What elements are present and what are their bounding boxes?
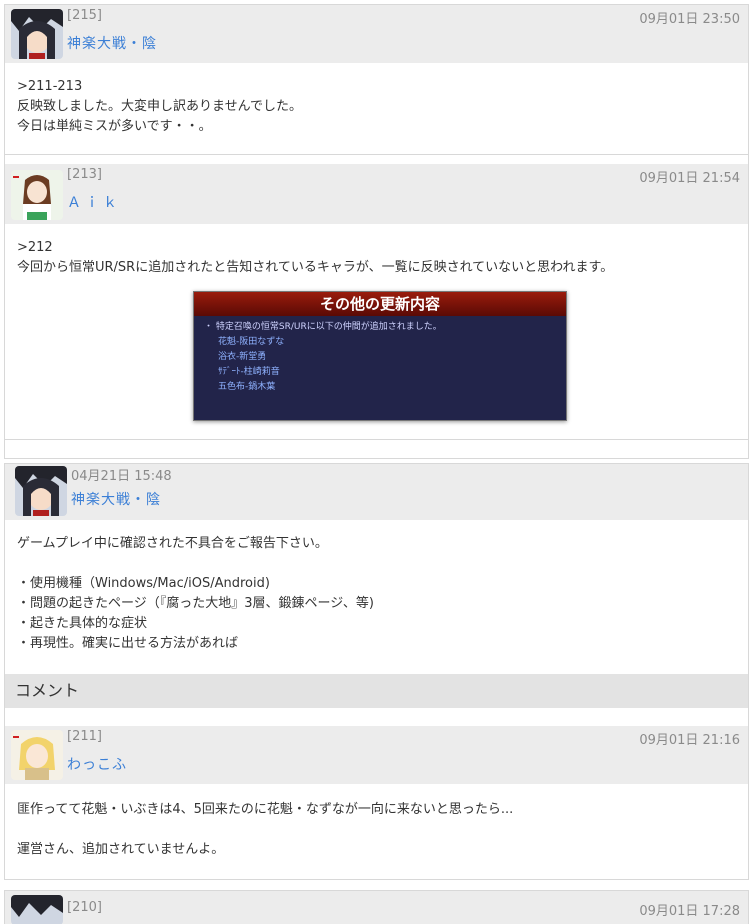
post-date: 04月21日 15:48	[71, 469, 172, 484]
comment-number: [213]	[67, 167, 102, 182]
comment-header: [211] わっこふ 09月01日 21:16	[5, 726, 748, 784]
post-bullet: ・起きた具体的な症状	[17, 616, 148, 631]
attached-notice-image[interactable]: その他の更新内容 ・ 特定召喚の恒常SR/URに以下の仲間が追加されました。 花…	[193, 291, 567, 421]
notice-item: 花魁-阪田なずな	[218, 337, 285, 347]
comment-213: [213] Ａｉｋ 09月01日 21:54 >212 今回から恒常UR/SRに…	[5, 164, 748, 458]
divider	[5, 439, 748, 440]
notice-body: ・ 特定召喚の恒常SR/URに以下の仲間が追加されました。 花魁-阪田なずな 浴…	[194, 316, 566, 399]
comment-number: [211]	[67, 729, 102, 744]
comment-body: >212 今回から恒常UR/SRに追加されたと告知されているキャラが、一覧に反映…	[5, 224, 748, 278]
notice-intro: ・ 特定召喚の恒常SR/URに以下の仲間が追加されました。	[204, 322, 442, 332]
comment-211: [211] わっこふ 09月01日 21:16 匪作ってて花魁・いぶきは4、5回…	[5, 726, 748, 879]
comment-215: [215] 神楽大戦・陰 09月01日 23:50 >211-213 反映致しま…	[5, 5, 748, 155]
comment-line: 今回から恒常UR/SRに追加されたと告知されているキャラが、一覧に反映されていな…	[17, 260, 614, 275]
notice-item: 浴衣-新堂勇	[218, 352, 267, 362]
timestamp: 09月01日 21:54	[639, 171, 740, 186]
comment-number: [215]	[67, 8, 102, 23]
comment-body: >211-213 反映致しました。大変申し訳ありませんでした。 今日は単純ミスが…	[5, 63, 748, 137]
timestamp: 09月01日 23:50	[639, 12, 740, 27]
comment-line: >212	[17, 240, 53, 255]
timestamp: 09月01日 21:16	[639, 733, 740, 748]
comment-line: 反映致しました。大変申し訳ありませんでした。	[17, 99, 302, 114]
post-body: ゲームプレイ中に確認された不具合をご報告下さい。 ・使用機種（Windows/M…	[5, 520, 748, 674]
post-header: 04月21日 15:48 神楽大戦・陰	[5, 464, 748, 520]
post-bullet: ・問題の起きたページ（『腐った大地』3層、鍛錬ページ、等)	[17, 596, 374, 611]
comment-number: [210]	[67, 900, 102, 915]
avatar[interactable]	[11, 895, 63, 924]
notice-item: 五色布-鍋木葉	[218, 382, 276, 392]
comment-210: [210] 09月01日 17:28	[4, 890, 749, 924]
comment-line: >211-213	[17, 79, 83, 94]
avatar[interactable]	[15, 466, 67, 516]
author-name[interactable]: 神楽大戦・陰	[67, 33, 157, 53]
author-name[interactable]: 神楽大戦・陰	[71, 489, 161, 509]
comment-line: 運営さん、追加されていませんよ。	[17, 842, 225, 857]
post-bullet: ・再現性。確実に出せる方法があれば	[17, 636, 239, 651]
comments-section-header: コメント	[5, 674, 748, 708]
author-name[interactable]: わっこふ	[67, 754, 127, 774]
comment-header: [210] 09月01日 17:28	[5, 891, 748, 924]
timestamp: 09月01日 17:28	[639, 904, 740, 919]
notice-title: その他の更新内容	[194, 292, 566, 316]
divider	[5, 154, 748, 155]
post-bullet: ・使用機種（Windows/Mac/iOS/Android)	[17, 576, 270, 591]
avatar[interactable]	[11, 9, 63, 59]
post-intro: ゲームプレイ中に確認された不具合をご報告下さい。	[17, 536, 328, 551]
comment-panel-bottom: 04月21日 15:48 神楽大戦・陰 ゲームプレイ中に確認された不具合をご報告…	[4, 463, 749, 880]
avatar[interactable]	[11, 170, 63, 220]
comment-header: [215] 神楽大戦・陰 09月01日 23:50	[5, 5, 748, 63]
comment-header: [213] Ａｉｋ 09月01日 21:54	[5, 164, 748, 224]
comment-line: 今日は単純ミスが多いです・・。	[17, 119, 212, 134]
comment-line: 匪作ってて花魁・いぶきは4、5回来たのに花魁・なずなが一向に来ないと思ったら..…	[17, 802, 514, 817]
author-name[interactable]: Ａｉｋ	[67, 192, 121, 212]
notice-item: ｻﾃﾞｰﾄ-柱崎莉音	[218, 367, 280, 377]
avatar[interactable]	[11, 730, 63, 780]
comment-body: 匪作ってて花魁・いぶきは4、5回来たのに花魁・なずなが一向に来ないと思ったら..…	[5, 784, 748, 860]
comment-panel-top: [215] 神楽大戦・陰 09月01日 23:50 >211-213 反映致しま…	[4, 4, 749, 459]
